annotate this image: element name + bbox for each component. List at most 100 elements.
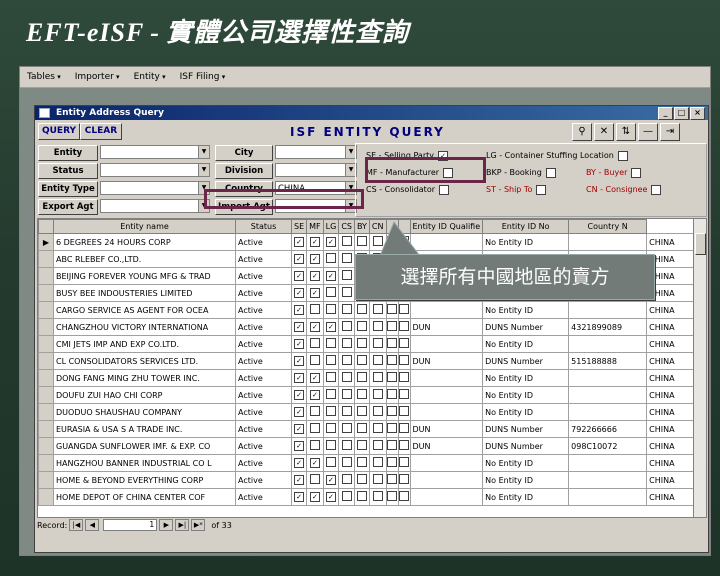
entity-id-qualifier-cell[interactable]: No Entity ID	[482, 471, 570, 489]
flag-checkbox[interactable]	[353, 403, 370, 421]
entity-name-cell[interactable]: 6 DEGREES 24 HOURS CORP	[53, 233, 236, 251]
flag-checkbox[interactable]	[322, 454, 340, 472]
flag-checkbox[interactable]	[353, 454, 370, 472]
id-code-cell[interactable]: DUN	[409, 352, 484, 370]
table-row[interactable]: DOUFU ZUI HAO CHI CORP Active ✓ ✓ No Entity …	[38, 386, 700, 404]
country-cell[interactable]: CHINA	[646, 318, 700, 336]
flag-checkbox[interactable]	[368, 471, 387, 489]
entity-name-cell[interactable]: DOUFU ZUI HAO CHI CORP	[53, 386, 236, 404]
flag-checkbox[interactable]: ✓	[306, 386, 324, 404]
flag-checkbox[interactable]	[353, 488, 370, 506]
flag-checkbox[interactable]	[322, 284, 340, 302]
flag-checkbox[interactable]	[338, 369, 355, 387]
flag-checkbox[interactable]	[368, 318, 387, 336]
entity-name-cell[interactable]: CL CONSOLIDATORS SERVICES LTD.	[53, 352, 236, 370]
entity-combo[interactable]: ▼	[100, 145, 210, 159]
column-header[interactable]	[385, 219, 399, 234]
flag-checkbox[interactable]: ✓	[290, 488, 308, 506]
entity-id-number-cell[interactable]	[568, 386, 648, 404]
query-button[interactable]: QUERY	[38, 123, 80, 140]
find-icon[interactable]: ⚲	[572, 123, 592, 141]
flag-checkbox[interactable]	[368, 233, 387, 251]
flag-checkbox[interactable]	[397, 471, 411, 489]
column-header[interactable]: CS	[338, 219, 355, 234]
entity-name-cell[interactable]: GUANGDA SUNFLOWER IMF. & EXP. CO	[53, 437, 236, 455]
prev-record-button[interactable]: ◀	[85, 519, 100, 531]
flag-checkbox[interactable]: ✓	[306, 284, 324, 302]
country-cell[interactable]: CHINA	[646, 369, 700, 387]
table-row[interactable]: CARGO SERVICE AS AGENT FOR OCEA Active ✓ No…	[38, 301, 700, 319]
flag-checkbox[interactable]	[322, 437, 340, 455]
table-row[interactable]: CHANGZHOU VICTORY INTERNATIONA Active ✓ ✓ ✓ D…	[38, 318, 700, 336]
column-header[interactable]: Entity ID No	[482, 219, 570, 234]
flag-checkbox[interactable]: ✓	[290, 420, 308, 438]
flag-checkbox[interactable]	[306, 352, 324, 370]
country-cell[interactable]: CHINA	[646, 335, 700, 353]
excel-icon[interactable]: ✕	[594, 123, 614, 141]
close-button[interactable]: ×	[690, 107, 705, 120]
flag-checkbox[interactable]	[338, 335, 355, 353]
menu-item-isf-filing[interactable]: ISF Filing	[173, 72, 233, 82]
exit-icon[interactable]: ⇥	[660, 123, 680, 141]
table-row[interactable]: CL CONSOLIDATORS SERVICES LTD. Active ✓ DUN…	[38, 352, 700, 370]
status-cell[interactable]: Active	[235, 471, 292, 489]
flag-checkbox[interactable]	[397, 335, 411, 353]
status-cell[interactable]: Active	[235, 420, 292, 438]
entity-name-cell[interactable]: ABC RLEBEF CO.,LTD.	[53, 250, 236, 268]
flag-checkbox[interactable]	[368, 335, 387, 353]
legend-checkbox[interactable]	[439, 184, 449, 195]
flag-checkbox[interactable]	[338, 437, 355, 455]
entity-name-cell[interactable]: BUSY BEE INDOUSTERIES LIMITED	[53, 284, 236, 302]
flag-checkbox[interactable]	[322, 352, 340, 370]
city-combo[interactable]: ▼	[275, 145, 357, 159]
export-icon[interactable]: ⇅	[616, 123, 636, 141]
flag-checkbox[interactable]	[385, 437, 399, 455]
table-row[interactable]: HOME & BEYOND EVERYTHING CORP Active ✓ ✓ No …	[38, 471, 700, 489]
chevron-down-icon[interactable]: ▼	[198, 164, 209, 176]
row-selector[interactable]	[38, 369, 54, 387]
column-header[interactable]: Entity name	[53, 219, 236, 234]
flag-checkbox[interactable]	[306, 420, 324, 438]
flag-checkbox[interactable]: ✓	[290, 437, 308, 455]
id-code-cell[interactable]	[409, 301, 484, 319]
flag-checkbox[interactable]	[385, 471, 399, 489]
row-selector[interactable]	[38, 335, 54, 353]
status-cell[interactable]: Active	[235, 318, 292, 336]
flag-checkbox[interactable]	[338, 301, 355, 319]
entity-id-number-cell[interactable]	[568, 488, 648, 506]
flag-checkbox[interactable]: ✓	[290, 352, 308, 370]
flag-checkbox[interactable]: ✓	[290, 284, 308, 302]
flag-checkbox[interactable]: ✓	[290, 335, 308, 353]
flag-checkbox[interactable]	[353, 471, 370, 489]
entity-name-cell[interactable]: DONG FANG MING ZHU TOWER INC.	[53, 369, 236, 387]
country-cell[interactable]: CHINA	[646, 488, 700, 506]
table-row[interactable]: GUANGDA SUNFLOWER IMF. & EXP. CO Active ✓ D…	[38, 437, 700, 455]
flag-checkbox[interactable]: ✓	[306, 369, 324, 387]
entity-name-cell[interactable]: DUODUO SHAUSHAU COMPANY	[53, 403, 236, 421]
table-row[interactable]: ▶ 6 DEGREES 24 HOURS CORP Active ✓ ✓ ✓ No Enti…	[38, 233, 700, 251]
entity-name-cell[interactable]: HOME & BEYOND EVERYTHING CORP	[53, 471, 236, 489]
flag-checkbox[interactable]	[353, 386, 370, 404]
entity-id-qualifier-cell[interactable]: No Entity ID	[482, 335, 570, 353]
status-cell[interactable]: Active	[235, 488, 292, 506]
flag-checkbox[interactable]	[338, 318, 355, 336]
entity-name-cell[interactable]: EURASIA & USA S A TRADE INC.	[53, 420, 236, 438]
first-record-button[interactable]: |◀	[69, 519, 84, 531]
table-row[interactable]: HANGZHOU BANNER INDUSTRIAL CO L Active ✓ ✓ N…	[38, 454, 700, 472]
id-code-cell[interactable]	[409, 454, 484, 472]
entity-name-cell[interactable]: CHANGZHOU VICTORY INTERNATIONA	[53, 318, 236, 336]
flag-checkbox[interactable]	[385, 420, 399, 438]
flag-checkbox[interactable]: ✓	[306, 267, 324, 285]
entity-id-number-cell[interactable]	[568, 301, 648, 319]
flag-checkbox[interactable]: ✓	[306, 488, 324, 506]
flag-checkbox[interactable]: ✓	[322, 233, 340, 251]
entity-id-number-cell[interactable]: 4321899089	[568, 318, 648, 336]
row-selector[interactable]	[38, 420, 54, 438]
flag-checkbox[interactable]	[338, 233, 355, 251]
flag-checkbox[interactable]	[306, 471, 324, 489]
flag-checkbox[interactable]	[385, 386, 399, 404]
flag-checkbox[interactable]	[353, 335, 370, 353]
country-cell[interactable]: CHINA	[646, 420, 700, 438]
flag-checkbox[interactable]	[397, 403, 411, 421]
flag-checkbox[interactable]: ✓	[306, 250, 324, 268]
